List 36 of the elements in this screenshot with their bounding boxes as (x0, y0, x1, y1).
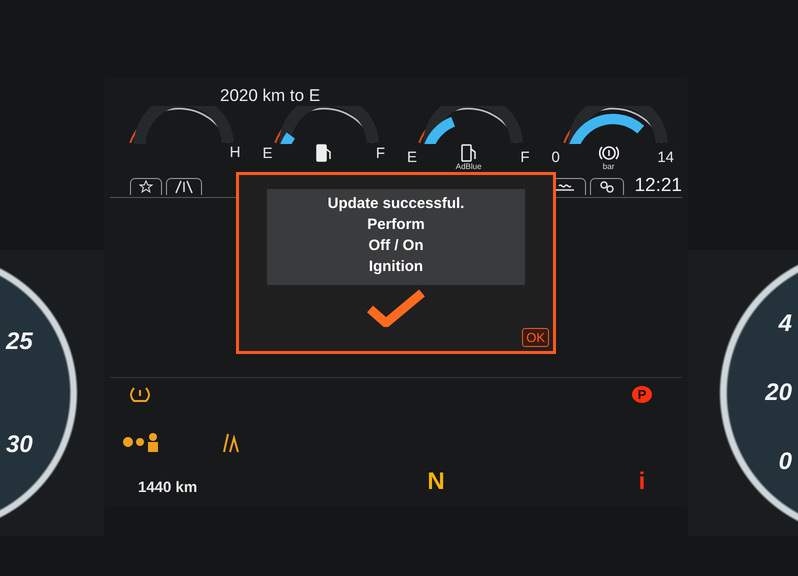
link-icon (599, 180, 616, 194)
star-icon (139, 180, 153, 194)
display-tab[interactable] (130, 178, 162, 194)
tire-pressure-icon (130, 386, 150, 404)
gauge-label: F (520, 149, 530, 166)
gauge-label: F (376, 144, 385, 162)
info-indicator: i (638, 468, 646, 496)
display-tab[interactable] (166, 178, 202, 194)
gauge-label: 14 (657, 149, 674, 166)
checkmark-icon (366, 289, 426, 327)
gauge-label: E (407, 149, 418, 166)
dial-number: 20 (765, 378, 792, 407)
message-text: Perform (367, 215, 425, 235)
clock-text: 12:21 (634, 175, 682, 197)
gauge-label: H (230, 144, 240, 161)
parking-brake-indicator: P (632, 386, 652, 403)
gauge-unit: AdBlue (456, 162, 482, 171)
dial-number: 25 (6, 328, 33, 356)
message-text: Update successful. (328, 194, 464, 214)
message-text: Off / On (368, 236, 424, 256)
ok-button[interactable]: OK (522, 328, 549, 347)
display-tab[interactable] (590, 178, 624, 194)
brake-icon (598, 144, 619, 162)
road-icon (175, 180, 193, 194)
dial-number: 30 (6, 430, 33, 458)
fuel-pump-icon (460, 144, 477, 162)
dial-number: 4 (778, 310, 792, 338)
fuel-pump-icon (316, 144, 332, 162)
message-text: Ignition (368, 257, 424, 277)
gauge-unit: bar (602, 162, 614, 171)
gauge-label: E (262, 144, 273, 162)
range-text: 2020 km to E (220, 86, 322, 106)
gauge-label: 0 (552, 149, 560, 166)
dial-number: 0 (778, 448, 792, 476)
gear-indicator: N (427, 468, 445, 496)
odometer-text: 1440 km (138, 479, 198, 496)
